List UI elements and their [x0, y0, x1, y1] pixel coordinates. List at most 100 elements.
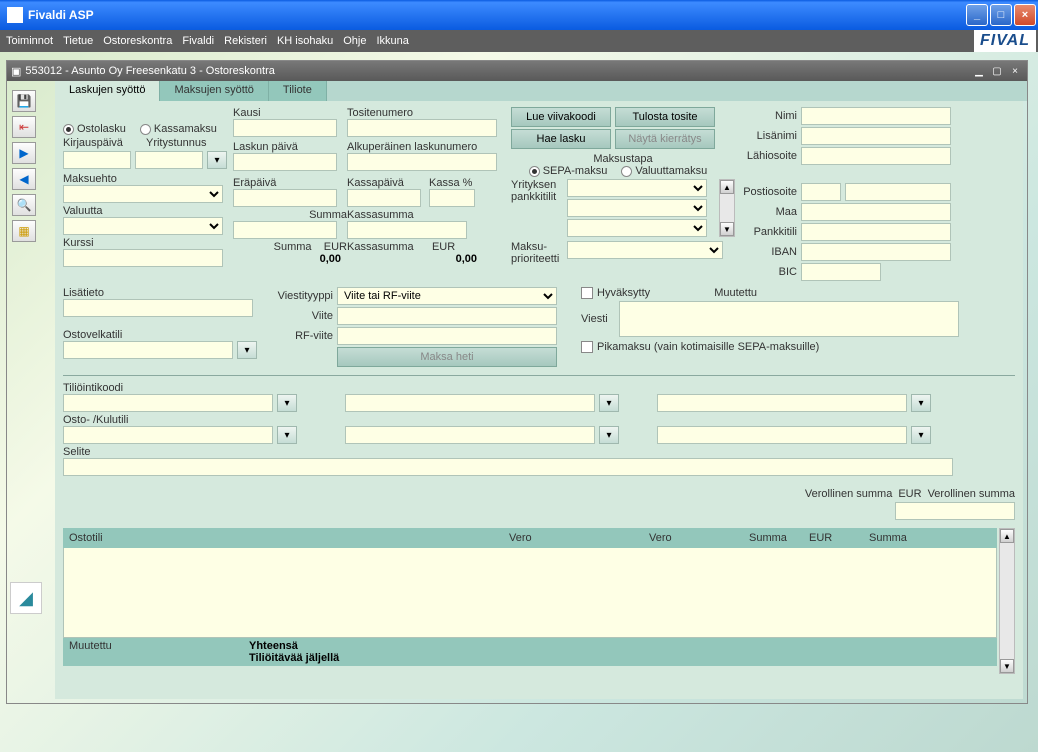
kausi-input[interactable]: [233, 119, 337, 137]
grid-body[interactable]: [63, 548, 997, 638]
radio-kassamaksu[interactable]: Kassamaksu: [140, 123, 217, 135]
col-summa1: Summa: [749, 532, 809, 544]
alkuperainen-input[interactable]: [347, 153, 497, 171]
col-ostotili: Ostotili: [69, 532, 509, 544]
lisanimi-input[interactable]: [801, 127, 951, 145]
pikamaksu-checkbox[interactable]: [581, 341, 593, 353]
tab-maksujen[interactable]: Maksujen syöttö: [160, 81, 268, 101]
radio-ostolasku[interactable]: Ostolasku: [63, 123, 126, 135]
inner-max-button[interactable]: ▢: [989, 64, 1005, 78]
tab-bar: Laskujen syöttö Maksujen syöttö Tiliote: [55, 81, 1027, 101]
tiliointikoodi-input-2[interactable]: [345, 394, 595, 412]
verollinen-summa-input[interactable]: [895, 502, 1015, 520]
viesti-textarea[interactable]: [619, 301, 959, 337]
grid-header: Ostotili Vero Vero Summa EUR Summa: [63, 528, 997, 548]
radio-sepa[interactable]: SEPA-maksu: [529, 165, 608, 177]
bic-input[interactable]: [801, 263, 881, 281]
menu-fivaldi[interactable]: Fivaldi: [182, 35, 214, 47]
maksa-heti-button[interactable]: Maksa heti: [337, 347, 557, 367]
ostokulutili-input-3[interactable]: [657, 426, 907, 444]
postiosoite-code-input[interactable]: [801, 183, 841, 201]
inner-close-button[interactable]: ×: [1007, 64, 1023, 78]
pankkitili-scrollbar[interactable]: ▲▼: [719, 179, 735, 237]
inner-titlebar: ▣ 553012 - Asunto Oy Freesenkatu 3 - Ost…: [7, 61, 1027, 81]
maksuehto-select[interactable]: [63, 185, 223, 203]
ostovelkatili-lookup-button[interactable]: ▾: [237, 341, 257, 359]
inner-window: ▣ 553012 - Asunto Oy Freesenkatu 3 - Ost…: [6, 60, 1028, 704]
label-iban: IBAN: [739, 246, 797, 258]
yritystunnus-input[interactable]: [135, 151, 203, 169]
nimi-input[interactable]: [801, 107, 951, 125]
close-button[interactable]: ×: [1014, 4, 1036, 26]
menu-ostoreskontra[interactable]: Ostoreskontra: [103, 35, 172, 47]
radio-valuuttamaksu[interactable]: Valuuttamaksu: [621, 165, 707, 177]
tiliointikoodi-lookup-3[interactable]: ▾: [911, 394, 931, 412]
selite-input[interactable]: [63, 458, 953, 476]
rfviite-input[interactable]: [337, 327, 557, 345]
minimize-button[interactable]: _: [966, 4, 988, 26]
kurssi-input[interactable]: [63, 249, 223, 267]
totals-area: Muutettu Yhteensä Tiliöitävää jäljellä: [63, 638, 997, 666]
nayta-kierratys-button[interactable]: Näytä kierrätys: [615, 129, 715, 149]
label-muutettu-footer: Muutettu: [69, 640, 249, 652]
tab-tiliote[interactable]: Tiliote: [269, 81, 327, 101]
postiosoite-city-input[interactable]: [845, 183, 951, 201]
viestityyppi-select[interactable]: Viite tai RF-viite: [337, 287, 557, 305]
kassasumma-input[interactable]: [347, 221, 467, 239]
menu-toiminnot[interactable]: Toiminnot: [6, 35, 53, 47]
yritystunnus-lookup-button[interactable]: ▾: [207, 151, 227, 169]
inner-window-icon: ▣: [11, 65, 21, 78]
pankkitili-input[interactable]: [801, 223, 951, 241]
valuutta-select[interactable]: [63, 217, 223, 235]
kassapct-input[interactable]: [429, 189, 475, 207]
label-viestityyppi: Viestityyppi: [263, 290, 333, 302]
menu-tietue[interactable]: Tietue: [63, 35, 93, 47]
iban-input[interactable]: [801, 243, 951, 261]
hae-lasku-button[interactable]: Hae lasku: [511, 129, 611, 149]
tiliointikoodi-lookup-1[interactable]: ▾: [277, 394, 297, 412]
menu-kh-isohaku[interactable]: KH isohaku: [277, 35, 333, 47]
maa-input[interactable]: [801, 203, 951, 221]
label-verollinen2: Verollinen summa: [928, 488, 1015, 500]
ostovelkatili-input[interactable]: [63, 341, 233, 359]
hyvaksytty-checkbox[interactable]: [581, 287, 593, 299]
tiliointikoodi-input-1[interactable]: [63, 394, 273, 412]
maksuprioriteetti-select[interactable]: [567, 241, 723, 259]
summa-input[interactable]: [233, 221, 337, 239]
tositenumero-input[interactable]: [347, 119, 497, 137]
ostokulutili-input-2[interactable]: [345, 426, 595, 444]
ostokulutili-input-1[interactable]: [63, 426, 273, 444]
inner-min-button[interactable]: ▁: [971, 64, 987, 78]
laskunpaiva-input[interactable]: [233, 153, 337, 171]
brand-logo: FIVAL: [974, 30, 1036, 52]
lue-viivakoodi-button[interactable]: Lue viivakoodi: [511, 107, 611, 127]
kassapaiva-input[interactable]: [347, 189, 421, 207]
menu-ikkuna[interactable]: Ikkuna: [376, 35, 408, 47]
label-viite: Viite: [263, 310, 333, 322]
kirjauspaiva-input[interactable]: [63, 151, 131, 169]
lahiosoite-input[interactable]: [801, 147, 951, 165]
pankkitili-select-2[interactable]: [567, 199, 707, 217]
menu-rekisteri[interactable]: Rekisteri: [224, 35, 267, 47]
tiliointikoodi-input-3[interactable]: [657, 394, 907, 412]
ostokulutili-lookup-1[interactable]: ▾: [277, 426, 297, 444]
label-verollinen: Verollinen summa: [805, 488, 892, 500]
tiliointikoodi-lookup-2[interactable]: ▾: [599, 394, 619, 412]
label-summa-eur: Summa EUR: [233, 241, 347, 253]
lisatieto-input[interactable]: [63, 299, 253, 317]
app-icon: [7, 7, 23, 23]
tulosta-tosite-button[interactable]: Tulosta tosite: [615, 107, 715, 127]
ostokulutili-lookup-3[interactable]: ▾: [911, 426, 931, 444]
label-kassasumma-eur: Kassasumma EUR: [347, 241, 507, 253]
maximize-button[interactable]: □: [990, 4, 1012, 26]
viite-input[interactable]: [337, 307, 557, 325]
tab-laskujen[interactable]: Laskujen syöttö: [55, 81, 160, 101]
label-selite: Selite: [63, 446, 1015, 458]
grid-scrollbar[interactable]: ▲▼: [999, 528, 1015, 674]
ostokulutili-lookup-2[interactable]: ▾: [599, 426, 619, 444]
erapaiva-input[interactable]: [233, 189, 337, 207]
menu-ohje[interactable]: Ohje: [343, 35, 366, 47]
label-lahiosoite: Lähiosoite: [739, 150, 797, 162]
pankkitili-select-3[interactable]: [567, 219, 707, 237]
pankkitili-select-1[interactable]: [567, 179, 707, 197]
